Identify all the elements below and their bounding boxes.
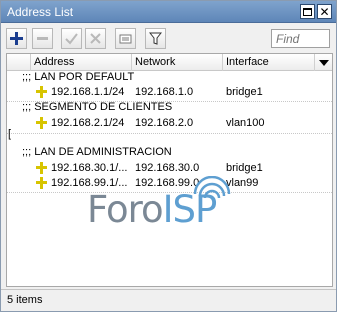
disable-button[interactable] (85, 28, 106, 49)
close-icon: ✕ (319, 4, 330, 19)
chevron-down-icon (319, 59, 329, 66)
plus-icon (10, 32, 23, 45)
address-cell: 192.168.30.1/... (51, 162, 128, 174)
comment-row[interactable]: ;;; LAN POR DEFAULT (7, 71, 332, 86)
header-blank (7, 54, 31, 71)
comment-text: ;;; SEGMENTO DE CLIENTES (22, 101, 173, 113)
find-input[interactable] (271, 29, 330, 48)
comment-text: ;;; LAN DE ADMINISTRACION (22, 146, 172, 158)
item-count: 5 items (7, 294, 43, 306)
title-bar[interactable]: Address List ✕ (1, 1, 336, 23)
check-icon (65, 33, 78, 45)
address-icon (36, 177, 47, 189)
minus-icon (37, 37, 48, 40)
address-list-window: Address List ✕ Address (0, 0, 337, 312)
network-cell: 192.168.30.0 (135, 162, 200, 174)
network-cell: 192.168.2.0 (135, 117, 194, 129)
interface-cell: bridge1 (226, 162, 263, 174)
enable-button[interactable] (61, 28, 82, 49)
interface-cell: bridge1 (226, 86, 263, 98)
row-divider (7, 133, 332, 134)
side-marker: [ (8, 128, 12, 140)
column-header-interface[interactable]: Interface (223, 54, 315, 71)
status-bar: 5 items (1, 289, 336, 311)
maximize-icon (303, 7, 312, 16)
table-row[interactable]: 192.168.1.1/24 192.168.1.0 bridge1 (7, 85, 332, 100)
comment-row[interactable]: ;;; LAN DE ADMINISTRACION (7, 146, 332, 161)
comment-button[interactable] (115, 28, 136, 49)
logo-text-isp: ISP (162, 188, 218, 231)
address-cell: 192.168.2.1/24 (51, 117, 125, 129)
comment-text: ;;; LAN POR DEFAULT (22, 71, 135, 83)
logo-text-foro: Foro (87, 188, 164, 231)
column-header-address[interactable]: Address (31, 54, 132, 71)
filter-button[interactable] (145, 28, 166, 49)
address-table[interactable]: Address Network Interface ;;; LAN POR DE… (6, 53, 333, 287)
forum-watermark-logo: ForoISP (87, 176, 257, 236)
address-icon (36, 162, 47, 174)
address-icon (36, 117, 47, 129)
network-cell: 192.168.1.0 (135, 86, 194, 98)
add-button[interactable] (6, 28, 27, 49)
close-button[interactable]: ✕ (317, 4, 332, 19)
table-row[interactable]: 192.168.2.1/24 192.168.2.0 vlan100 (7, 116, 332, 131)
filter-icon (149, 32, 162, 45)
address-cell: 192.168.1.1/24 (51, 86, 125, 98)
column-header-network[interactable]: Network (132, 54, 223, 71)
table-row[interactable]: 192.168.30.1/... 192.168.30.0 bridge1 (7, 161, 332, 176)
column-menu-button[interactable] (316, 55, 332, 70)
interface-cell: vlan100 (226, 117, 265, 129)
window-title: Address List (7, 5, 74, 19)
comment-row[interactable]: ;;; SEGMENTO DE CLIENTES (7, 101, 332, 116)
cross-icon (90, 33, 101, 44)
maximize-button[interactable] (300, 4, 315, 19)
logo-wordmark: ForoISP (87, 188, 218, 231)
table-header: Address Network Interface (7, 54, 332, 71)
remove-button[interactable] (32, 28, 53, 49)
toolbar (1, 24, 336, 52)
note-icon (119, 34, 132, 44)
address-icon (36, 86, 47, 98)
